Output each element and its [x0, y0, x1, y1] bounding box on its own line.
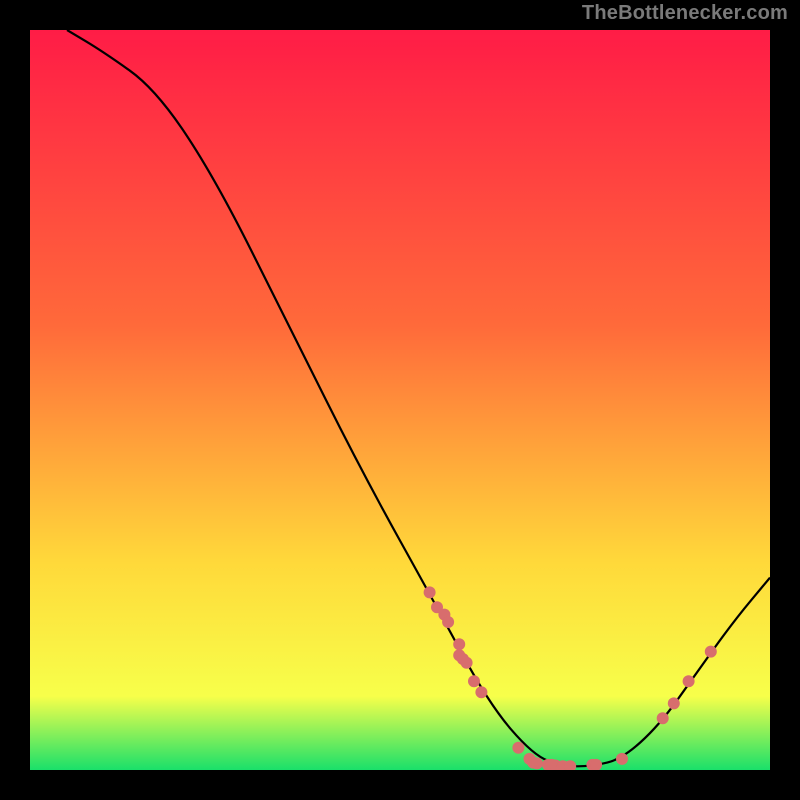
data-marker: [668, 697, 680, 709]
chart-wrapper: TheBottlenecker.com: [0, 0, 800, 800]
data-marker: [531, 757, 543, 769]
data-marker: [683, 675, 695, 687]
data-marker: [442, 616, 454, 628]
data-marker: [453, 638, 465, 650]
data-marker: [461, 657, 473, 669]
data-marker: [512, 742, 524, 754]
data-marker: [468, 675, 480, 687]
plot-area: [30, 30, 770, 770]
attribution-text: TheBottlenecker.com: [582, 2, 788, 25]
data-marker: [616, 753, 628, 765]
gradient-background: [30, 30, 770, 770]
data-marker: [475, 686, 487, 698]
chart-svg: [30, 30, 770, 770]
data-marker: [705, 646, 717, 658]
data-marker: [424, 586, 436, 598]
data-marker: [657, 712, 669, 724]
